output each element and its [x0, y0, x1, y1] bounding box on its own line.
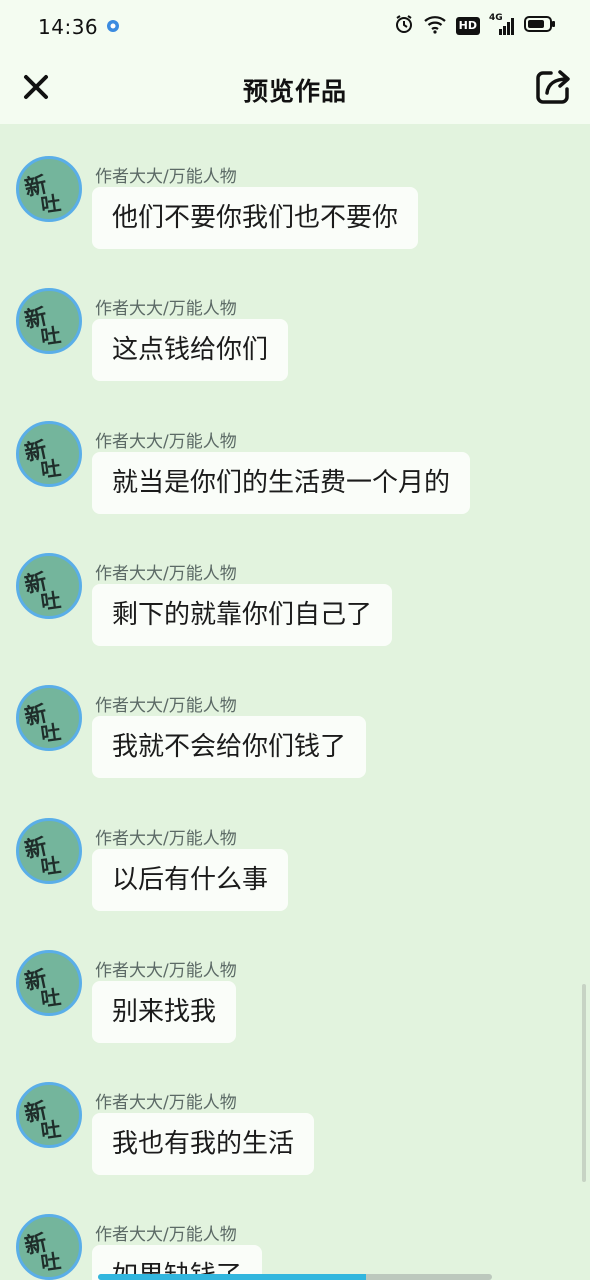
message-item[interactable]: 新吐作者大大/万能人物 他们不要你我们也不要你 — [0, 124, 590, 249]
avatar[interactable]: 新吐 — [16, 685, 82, 752]
status-icons: HD 4G — [394, 13, 556, 38]
message-bubble: 我也有我的生活 — [92, 1113, 315, 1176]
battery-icon — [524, 15, 556, 37]
message-author: 作者大大/万能人物 — [95, 167, 237, 187]
message-author: 作者大大/万能人物 — [95, 828, 237, 849]
share-button[interactable] — [534, 68, 572, 106]
message-author: 作者大大/万能人物 — [95, 696, 237, 717]
alarm-icon — [394, 14, 414, 38]
message-author: 作者大大/万能人物 — [95, 960, 237, 981]
svg-text:吐: 吐 — [39, 323, 62, 350]
message-item[interactable]: 新吐作者大大/万能人物 这点钱给你们 — [0, 256, 590, 382]
avatar[interactable]: 新吐 — [16, 288, 82, 355]
signal-icon: 4G — [489, 13, 515, 36]
avatar[interactable]: 新吐 — [16, 817, 82, 884]
svg-text:吐: 吐 — [39, 720, 62, 747]
svg-text:吐: 吐 — [39, 455, 62, 482]
message-item[interactable]: 新吐作者大大/万能人物 别来找我 — [0, 918, 590, 1043]
svg-text:吐: 吐 — [39, 588, 62, 615]
message-bubble: 就当是你们的生活费一个月的 — [92, 451, 471, 514]
wifi-icon — [423, 14, 447, 38]
avatar[interactable]: 新吐 — [16, 1082, 82, 1149]
message-author: 作者大大/万能人物 — [95, 299, 237, 320]
svg-text:吐: 吐 — [39, 191, 62, 218]
svg-text:吐: 吐 — [39, 985, 62, 1012]
status-bar: 14:36 HD 4G — [0, 0, 590, 52]
app-header: 预览作品 — [0, 52, 590, 124]
playback-progress-bar[interactable] — [98, 1274, 492, 1280]
message-item[interactable]: 新吐作者大大/万能人物 就当是你们的生活费一个月的 — [0, 389, 590, 514]
message-author: 作者大大/万能人物 — [95, 563, 237, 584]
message-author: 作者大大/万能人物 — [95, 1225, 237, 1246]
page-title: 预览作品 — [242, 77, 347, 106]
message-item[interactable]: 新吐作者大大/万能人物 如果缺钱了 — [0, 1182, 590, 1280]
message-item[interactable]: 新吐作者大大/万能人物 我就不会给你们钱了 — [0, 653, 590, 779]
app-notification-icon — [106, 18, 120, 32]
hd-icon: HD — [455, 17, 480, 35]
avatar[interactable]: 新吐 — [16, 420, 82, 487]
message-bubble: 以后有什么事 — [92, 848, 289, 911]
message-bubble: 剩下的就靠你们自己了 — [92, 583, 393, 646]
message-author: 作者大大/万能人物 — [95, 431, 237, 452]
message-author: 作者大大/万能人物 — [95, 1093, 237, 1114]
avatar[interactable]: 新吐 — [16, 1214, 82, 1280]
message-bubble: 他们不要你我们也不要你 — [92, 187, 419, 249]
message-bubble: 别来找我 — [92, 980, 237, 1043]
message-item[interactable]: 新吐作者大大/万能人物 剩下的就靠你们自己了 — [0, 521, 590, 646]
message-item[interactable]: 新吐作者大大/万能人物 我也有我的生活 — [0, 1050, 590, 1176]
message-list[interactable]: 新吐作者大大/万能人物 他们不要你我们也不要你新吐作者大大/万能人物 这点钱给你们新… — [0, 124, 590, 1280]
message-item[interactable]: 新吐作者大大/万能人物 以后有什么事 — [0, 786, 590, 911]
scrollbar[interactable] — [582, 984, 586, 1182]
avatar[interactable]: 新吐 — [16, 156, 82, 222]
message-bubble: 我就不会给你们钱了 — [92, 716, 367, 779]
message-bubble: 这点钱给你们 — [92, 319, 289, 382]
avatar[interactable]: 新吐 — [16, 949, 82, 1016]
playback-progress-fill — [98, 1274, 366, 1280]
status-time: 14:36 — [38, 15, 99, 39]
svg-text:吐: 吐 — [39, 1249, 62, 1276]
share-icon — [536, 70, 570, 104]
svg-text:吐: 吐 — [39, 852, 62, 879]
avatar[interactable]: 新吐 — [16, 552, 82, 619]
svg-text:吐: 吐 — [39, 1117, 62, 1144]
